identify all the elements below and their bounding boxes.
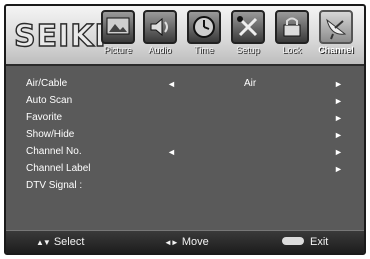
menu-item-show-hide[interactable]: Show/Hide ►	[26, 127, 346, 143]
right-arrow-icon[interactable]: ►	[334, 144, 343, 160]
menu-item-channel-no[interactable]: Channel No. ◄ ►	[26, 144, 346, 160]
air-cable-value: Air	[244, 78, 257, 89]
menu-item-favorite[interactable]: Favorite ►	[26, 110, 346, 126]
right-arrow-icon[interactable]: ►	[334, 76, 343, 92]
picture-icon	[101, 10, 135, 44]
tab-time[interactable]: Time	[184, 9, 224, 61]
menu-item-air-cable[interactable]: Air/Cable ◄ Air ►	[26, 76, 346, 92]
menu-item-channel-label[interactable]: Channel Label ►	[26, 161, 346, 177]
exit-hint: Exit	[282, 231, 328, 253]
menu-item-dtv-signal: DTV Signal :	[26, 180, 83, 191]
right-arrow-icon[interactable]: ►	[334, 127, 343, 143]
satellite-dish-icon	[319, 10, 353, 44]
tab-audio[interactable]: Audio	[140, 9, 180, 61]
right-arrow-icon[interactable]: ►	[334, 161, 343, 177]
select-hint: ▲▼ Select	[36, 236, 85, 248]
channel-menu: Air/Cable ◄ Air ► Auto Scan ► Favorite ►…	[6, 66, 364, 231]
footer-hints: ▲▼ Select ◄► Move Exit	[6, 230, 364, 253]
tab-lock[interactable]: Lock	[272, 9, 312, 61]
tab-channel[interactable]: Channel	[316, 9, 356, 61]
left-right-arrows-icon: ◄►	[164, 238, 179, 247]
tv-osd-menu: SEIKI Picture Audio Time Setup Lock Chan…	[4, 4, 366, 255]
lock-icon	[275, 10, 309, 44]
menu-button-icon	[282, 237, 304, 246]
left-arrow-icon[interactable]: ◄	[167, 76, 176, 92]
up-down-arrows-icon: ▲▼	[36, 238, 51, 247]
clock-icon	[187, 10, 221, 44]
brand-logo: SEIKI	[13, 18, 107, 54]
menu-header: SEIKI Picture Audio Time Setup Lock Chan…	[6, 6, 364, 66]
setup-icon	[231, 10, 265, 44]
right-arrow-icon[interactable]: ►	[334, 93, 343, 109]
menu-item-auto-scan[interactable]: Auto Scan ►	[26, 93, 346, 109]
left-arrow-icon[interactable]: ◄	[167, 144, 176, 160]
right-arrow-icon[interactable]: ►	[334, 110, 343, 126]
tab-setup[interactable]: Setup	[228, 9, 268, 61]
audio-icon	[143, 10, 177, 44]
tab-picture[interactable]: Picture	[98, 9, 138, 61]
move-hint: ◄► Move	[164, 236, 209, 248]
